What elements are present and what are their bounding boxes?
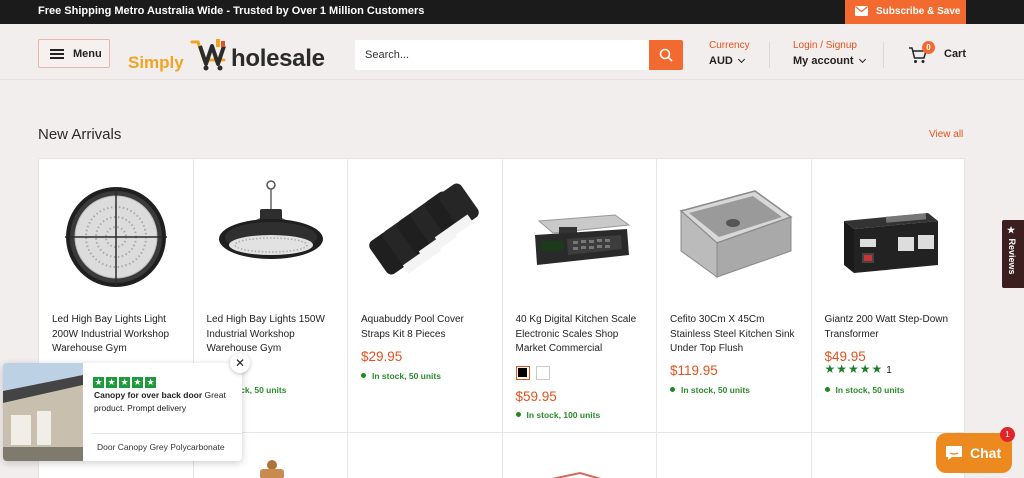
product-image xyxy=(218,180,323,259)
site-header: Menu Simply holesale Currency AUD Login … xyxy=(0,24,1024,80)
stock-status: In stock, 100 units xyxy=(515,410,600,420)
product-name[interactable]: Giantz 200 Watt Step-Down Transformer xyxy=(825,313,957,342)
product-image xyxy=(551,471,601,478)
menu-label: Menu xyxy=(73,48,102,60)
divider xyxy=(769,42,770,68)
product-name[interactable]: Led High Bay Lights Light 200W Industria… xyxy=(52,313,184,357)
review-product-link[interactable]: Door Canopy Grey Polycarbonate xyxy=(97,442,225,452)
review-title: Canopy for over back door xyxy=(94,390,203,400)
color-swatches xyxy=(515,364,556,382)
star-icon: ★ xyxy=(119,377,130,388)
search-icon xyxy=(659,48,673,62)
product-card[interactable]: Giantz 200 Watt Step-Down Transformer $4… xyxy=(812,159,967,432)
star-icon: ★ xyxy=(145,377,156,388)
product-image xyxy=(395,471,455,478)
star-icon: ★ xyxy=(106,377,117,388)
rating-stars[interactable]: ★★★★★ 1 xyxy=(825,362,892,376)
product-card[interactable] xyxy=(657,433,812,478)
hamburger-icon xyxy=(50,49,64,59)
cart-label: Cart xyxy=(944,48,967,60)
chat-label: Chat xyxy=(970,445,1002,461)
product-image xyxy=(369,183,479,275)
chat-notification-badge: 1 xyxy=(1000,427,1015,442)
search-button[interactable] xyxy=(649,40,683,70)
swatch-black[interactable] xyxy=(515,365,530,380)
product-card[interactable] xyxy=(348,433,503,478)
product-price: $119.95 xyxy=(670,363,718,378)
product-image xyxy=(65,187,167,287)
search-bar xyxy=(355,40,683,70)
in-stock-dot-icon xyxy=(670,387,675,392)
review-popup[interactable]: ★ ★ ★ ★ ★ Canopy for over back door Great pr… xyxy=(3,363,242,461)
divider xyxy=(883,42,884,68)
subscribe-button[interactable]: Subscribe & Save xyxy=(845,0,966,24)
review-photo xyxy=(3,363,83,461)
announcement-bar: Free Shipping Metro Australia Wide - Tru… xyxy=(0,0,1024,24)
product-name[interactable]: Aquabuddy Pool Cover Straps Kit 8 Pieces xyxy=(361,313,493,342)
logo-prefix: Simply xyxy=(128,53,184,72)
product-image xyxy=(843,213,938,273)
reviews-tab-label: ★ Reviews xyxy=(1007,226,1017,275)
view-all-link[interactable]: View all xyxy=(929,129,963,140)
review-text: Canopy for over back door Great product.… xyxy=(94,389,237,415)
product-card[interactable]: Cefito 30Cm X 45Cm Stainless Steel Kitch… xyxy=(657,159,812,432)
currency-selector[interactable]: Currency AUD xyxy=(709,40,750,67)
close-icon[interactable]: ✕ xyxy=(230,353,250,373)
cart-button[interactable]: 0 Cart xyxy=(908,41,968,68)
subscribe-label: Subscribe & Save xyxy=(876,6,961,17)
cart-count-badge: 0 xyxy=(922,41,935,54)
in-stock-dot-icon xyxy=(824,387,830,392)
site-logo[interactable]: Simply holesale xyxy=(128,38,332,72)
account-menu[interactable]: Login / Signup My account xyxy=(793,40,866,67)
logo-suffix: holesale xyxy=(231,45,325,72)
product-price: $29.95 xyxy=(361,349,403,364)
currency-label: Currency xyxy=(709,40,750,51)
product-name[interactable]: 40 Kg Digital Kitchen Scale Electronic S… xyxy=(516,313,648,357)
star-icon: ★ xyxy=(93,377,104,388)
announcement-text: Free Shipping Metro Australia Wide - Tru… xyxy=(38,5,425,17)
in-stock-dot-icon xyxy=(515,412,521,417)
divider xyxy=(91,433,242,434)
stock-status: In stock, 50 units xyxy=(824,385,904,395)
reviews-tab[interactable]: ★ Reviews xyxy=(1002,220,1024,288)
in-stock-dot-icon xyxy=(361,373,366,378)
product-image xyxy=(679,190,793,278)
product-image xyxy=(534,214,630,265)
currency-value: AUD xyxy=(709,55,733,67)
mail-icon xyxy=(855,6,868,16)
star-icon: ★ xyxy=(132,377,143,388)
product-name[interactable]: Cefito 30Cm X 45Cm Stainless Steel Kitch… xyxy=(670,313,802,357)
swatch-white[interactable] xyxy=(535,365,550,380)
menu-button[interactable]: Menu xyxy=(38,39,110,68)
product-image xyxy=(259,460,284,478)
chevron-down-icon xyxy=(737,55,745,64)
product-card[interactable]: Aquabuddy Pool Cover Straps Kit 8 Pieces… xyxy=(348,159,503,432)
search-input[interactable] xyxy=(355,40,649,70)
account-label: My account xyxy=(793,55,854,67)
review-count: 1 xyxy=(886,365,892,376)
product-name[interactable]: Led High Bay Lights 150W Industrial Work… xyxy=(207,313,339,357)
product-card[interactable] xyxy=(503,433,657,478)
stock-status: In stock, 50 units xyxy=(670,385,750,395)
login-link[interactable]: Login / Signup xyxy=(793,40,865,51)
stock-status: In stock, 50 units xyxy=(361,371,441,381)
section-title: New Arrivals xyxy=(38,126,122,143)
product-card[interactable]: 40 Kg Digital Kitchen Scale Electronic S… xyxy=(503,159,657,432)
chat-bubble-icon xyxy=(946,446,962,460)
review-rating: ★ ★ ★ ★ ★ xyxy=(93,372,158,390)
logo-cart-icon xyxy=(190,39,226,71)
chevron-down-icon xyxy=(858,55,866,64)
product-price: $59.95 xyxy=(515,389,557,404)
